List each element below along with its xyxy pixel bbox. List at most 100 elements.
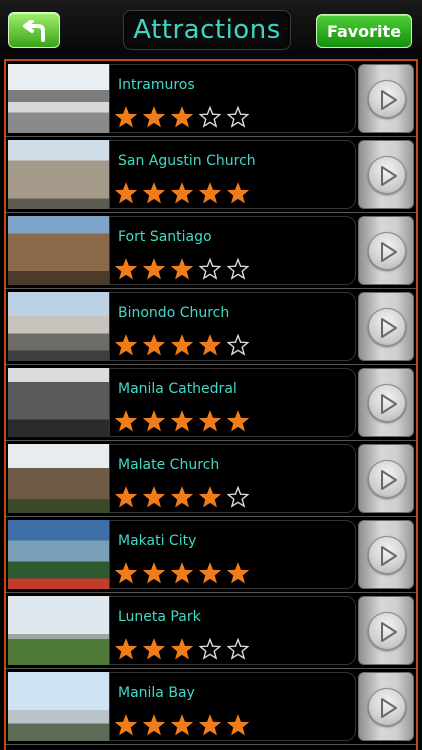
star-filled-icon (199, 334, 221, 356)
attraction-card[interactable]: Manila Cathedral (109, 368, 356, 437)
attraction-card[interactable]: Fort Santiago (109, 216, 356, 285)
attraction-name: Makati City (118, 533, 197, 549)
star-filled-icon (115, 410, 137, 432)
play-arrow-icon (381, 394, 397, 414)
list-item[interactable]: Manila Bay (6, 669, 416, 745)
star-empty-icon (227, 638, 249, 660)
rating-stars (115, 638, 255, 660)
attraction-card[interactable]: Luneta Park (109, 596, 356, 665)
attraction-name: Manila Bay (118, 685, 195, 701)
play-arrow-icon (381, 90, 397, 110)
star-filled-icon (171, 714, 193, 736)
star-filled-icon (143, 410, 165, 432)
star-filled-icon (143, 638, 165, 660)
star-empty-icon (227, 334, 249, 356)
star-filled-icon (143, 182, 165, 204)
star-filled-icon (115, 638, 137, 660)
detail-button[interactable] (358, 368, 414, 437)
star-filled-icon (199, 714, 221, 736)
list-item[interactable]: Malate Church (6, 441, 416, 517)
play-arrow-icon (381, 166, 397, 186)
detail-button[interactable] (358, 140, 414, 209)
detail-button[interactable] (358, 292, 414, 361)
star-filled-icon (143, 486, 165, 508)
attraction-photo (8, 64, 109, 133)
star-filled-icon (227, 410, 249, 432)
attraction-name: Binondo Church (118, 305, 230, 321)
attraction-card[interactable]: Manila Bay (109, 672, 356, 741)
star-empty-icon (199, 106, 221, 128)
star-filled-icon (227, 182, 249, 204)
star-filled-icon (143, 714, 165, 736)
rating-stars (115, 334, 255, 356)
navigation-bar: Attractions Favorite (0, 0, 422, 60)
list-item[interactable]: Binondo Church (6, 289, 416, 365)
rating-stars (115, 714, 255, 736)
list-item[interactable]: Fort Santiago (6, 213, 416, 289)
arrow-circle (368, 460, 406, 498)
detail-button[interactable] (358, 596, 414, 665)
star-filled-icon (115, 562, 137, 584)
attraction-name: Manila Cathedral (118, 381, 237, 397)
star-filled-icon (171, 486, 193, 508)
star-filled-icon (199, 562, 221, 584)
title-box: Attractions (123, 10, 291, 50)
star-empty-icon (227, 106, 249, 128)
list-item[interactable]: San Agustin Church (6, 137, 416, 213)
star-filled-icon (227, 714, 249, 736)
star-filled-icon (115, 182, 137, 204)
back-arrow-icon (23, 20, 45, 42)
play-arrow-icon (381, 318, 397, 338)
star-filled-icon (115, 258, 137, 280)
attraction-card[interactable]: San Agustin Church (109, 140, 356, 209)
favorite-button[interactable]: Favorite (316, 14, 412, 48)
attraction-photo (8, 140, 109, 209)
star-filled-icon (171, 638, 193, 660)
play-arrow-icon (381, 622, 397, 642)
attraction-card[interactable]: Malate Church (109, 444, 356, 513)
star-filled-icon (171, 106, 193, 128)
list-item[interactable]: Intramuros (6, 61, 416, 137)
star-filled-icon (171, 258, 193, 280)
detail-button[interactable] (358, 444, 414, 513)
arrow-circle (368, 156, 406, 194)
attraction-name: Intramuros (118, 77, 195, 93)
attractions-list[interactable]: Intramuros San Agustin Church Fort Santi… (4, 59, 418, 750)
attraction-card[interactable]: Makati City (109, 520, 356, 589)
star-filled-icon (171, 182, 193, 204)
star-filled-icon (115, 106, 137, 128)
star-filled-icon (171, 334, 193, 356)
star-filled-icon (143, 334, 165, 356)
list-item[interactable]: Manila Cathedral (6, 365, 416, 441)
attraction-card[interactable]: Intramuros (109, 64, 356, 133)
play-arrow-icon (381, 242, 397, 262)
detail-button[interactable] (358, 520, 414, 589)
attraction-name: Malate Church (118, 457, 220, 473)
detail-button[interactable] (358, 672, 414, 741)
rating-stars (115, 562, 255, 584)
attraction-photo (8, 368, 109, 437)
star-filled-icon (115, 714, 137, 736)
attraction-photo (8, 444, 109, 513)
star-filled-icon (115, 334, 137, 356)
star-empty-icon (199, 258, 221, 280)
attraction-photo (8, 672, 109, 741)
star-filled-icon (199, 182, 221, 204)
attraction-name: San Agustin Church (118, 153, 256, 169)
star-filled-icon (227, 562, 249, 584)
arrow-circle (368, 232, 406, 270)
rating-stars (115, 410, 255, 432)
attraction-photo (8, 292, 109, 361)
list-item[interactable]: Luneta Park (6, 593, 416, 669)
star-empty-icon (199, 638, 221, 660)
attraction-card[interactable]: Binondo Church (109, 292, 356, 361)
play-arrow-icon (381, 470, 397, 490)
rating-stars (115, 486, 255, 508)
play-arrow-icon (381, 698, 397, 718)
detail-button[interactable] (358, 216, 414, 285)
list-item[interactable]: Makati City (6, 517, 416, 593)
back-button[interactable] (8, 12, 60, 48)
star-filled-icon (143, 106, 165, 128)
attraction-photo (8, 520, 109, 589)
detail-button[interactable] (358, 64, 414, 133)
